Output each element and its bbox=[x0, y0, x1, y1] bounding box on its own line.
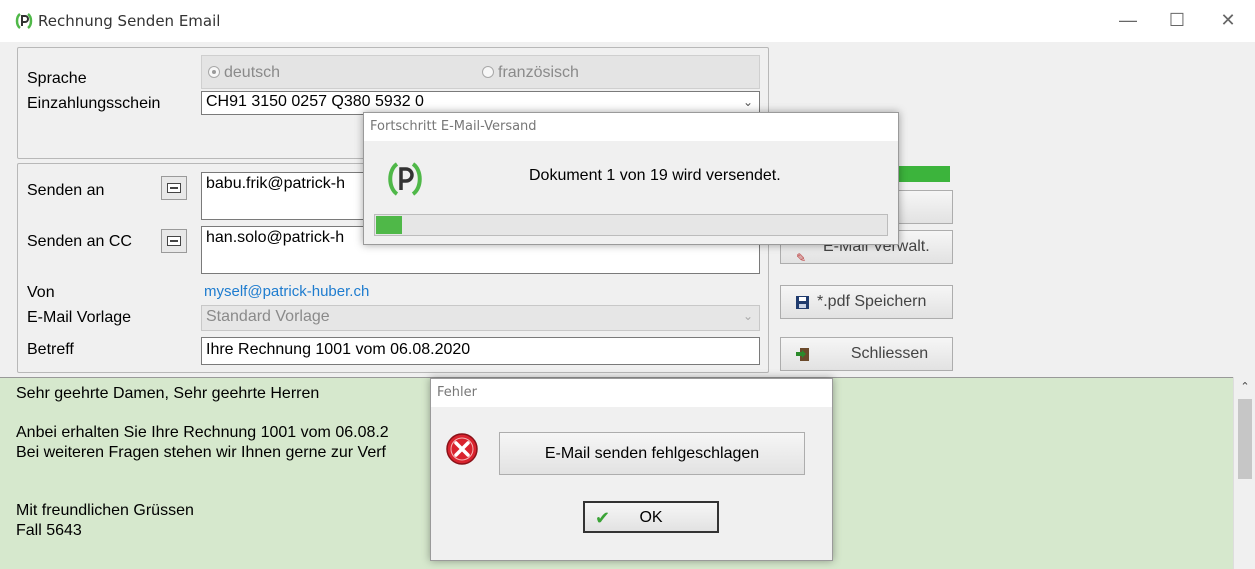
radio-franzoesisch-label: französisch bbox=[498, 64, 579, 81]
betreff-field[interactable]: Ihre Rechnung 1001 vom 06.08.2020 bbox=[201, 337, 760, 365]
radio-deutsch-label: deutsch bbox=[224, 64, 281, 81]
schliessen-button[interactable]: Schliessen bbox=[780, 337, 953, 371]
einzahlungsschein-value: CH91 3150 0257 Q380 5932 0 bbox=[206, 93, 424, 110]
progress-indicator bbox=[898, 166, 950, 182]
minimize-button[interactable]: — bbox=[1113, 8, 1143, 32]
maximize-button[interactable]: ☐ bbox=[1162, 8, 1192, 32]
chevron-down-icon: ⌄ bbox=[742, 309, 753, 323]
radio-dot-icon bbox=[208, 66, 220, 78]
message-text: Sehr geehrte Damen, Sehr geehrte Herren A… bbox=[16, 384, 389, 540]
message-line: Bei weiteren Fragen stehen wir Ihnen ger… bbox=[16, 443, 386, 461]
chevron-down-icon: ⌄ bbox=[742, 95, 753, 109]
address-card-icon bbox=[167, 183, 181, 193]
betreff-label: Betreff bbox=[27, 341, 74, 358]
ok-button-label: OK bbox=[639, 509, 663, 526]
title-bar: Rechnung Senden Email — ☐ ✕ bbox=[0, 0, 1255, 42]
radio-deutsch[interactable]: deutsch bbox=[208, 64, 280, 82]
sprache-label: Sprache bbox=[27, 70, 87, 87]
von-value: myself@patrick-huber.ch bbox=[204, 283, 370, 300]
senden-an-cc-label: Senden an CC bbox=[27, 233, 132, 250]
einzahlungsschein-label: Einzahlungsschein bbox=[27, 95, 161, 112]
app-logo-icon bbox=[388, 162, 422, 196]
email-manage-icon: ✎ bbox=[796, 251, 807, 265]
address-book-button[interactable] bbox=[161, 176, 187, 200]
exit-door-icon bbox=[796, 348, 809, 361]
check-icon: ✔ bbox=[595, 508, 611, 528]
vorlage-label: E-Mail Vorlage bbox=[27, 309, 132, 326]
senden-an-label: Senden an bbox=[27, 182, 105, 199]
pdf-speichern-button[interactable]: *.pdf Speichern bbox=[780, 285, 953, 319]
close-button[interactable]: ✕ bbox=[1213, 8, 1243, 32]
error-message-button[interactable]: E-Mail senden fehlgeschlagen bbox=[499, 432, 805, 475]
ok-button[interactable]: ✔ OK bbox=[583, 501, 719, 533]
message-line: Fall 5643 bbox=[16, 521, 82, 539]
progress-text: Dokument 1 von 19 wird versendet. bbox=[529, 167, 781, 184]
address-book-cc-button[interactable] bbox=[161, 229, 187, 253]
progress-dialog-title: Fortschritt E-Mail-Versand bbox=[364, 113, 898, 141]
window-title: Rechnung Senden Email bbox=[38, 12, 221, 30]
message-line bbox=[16, 462, 389, 482]
radio-dot-icon bbox=[482, 66, 494, 78]
progress-bar bbox=[374, 214, 888, 236]
schliessen-label: Schliessen bbox=[850, 345, 929, 362]
progress-bar-fill bbox=[376, 216, 402, 234]
sprache-radio-group: deutsch französisch bbox=[201, 55, 760, 89]
scroll-up-icon[interactable]: ⌃ bbox=[1234, 380, 1255, 393]
vorlage-value: Standard Vorlage bbox=[206, 308, 330, 325]
floppy-disk-icon bbox=[796, 296, 809, 309]
message-line bbox=[16, 482, 389, 502]
von-label: Von bbox=[27, 284, 55, 301]
message-line: Mit freundlichen Grüssen bbox=[16, 502, 194, 519]
vorlage-select[interactable]: Standard Vorlage ⌄ bbox=[201, 305, 760, 331]
message-scrollbar[interactable]: ⌃ bbox=[1233, 377, 1255, 569]
app-logo-icon bbox=[15, 13, 33, 29]
scroll-thumb[interactable] bbox=[1238, 399, 1252, 479]
progress-dialog: Fortschritt E-Mail-Versand Dokument 1 vo… bbox=[363, 112, 899, 245]
message-line: Sehr geehrte Damen, Sehr geehrte Herren bbox=[16, 385, 320, 402]
error-dialog-title: Fehler bbox=[431, 379, 832, 407]
error-dialog: Fehler E-Mail senden fehlgeschlagen ✔ OK bbox=[430, 378, 833, 561]
message-line: Anbei erhalten Sie Ihre Rechnung 1001 vo… bbox=[16, 424, 389, 441]
message-line bbox=[16, 404, 389, 424]
radio-franzoesisch[interactable]: französisch bbox=[482, 64, 579, 82]
error-icon bbox=[446, 433, 478, 465]
address-card-icon bbox=[167, 236, 181, 246]
pdf-speichern-label: *.pdf Speichern bbox=[817, 293, 927, 310]
